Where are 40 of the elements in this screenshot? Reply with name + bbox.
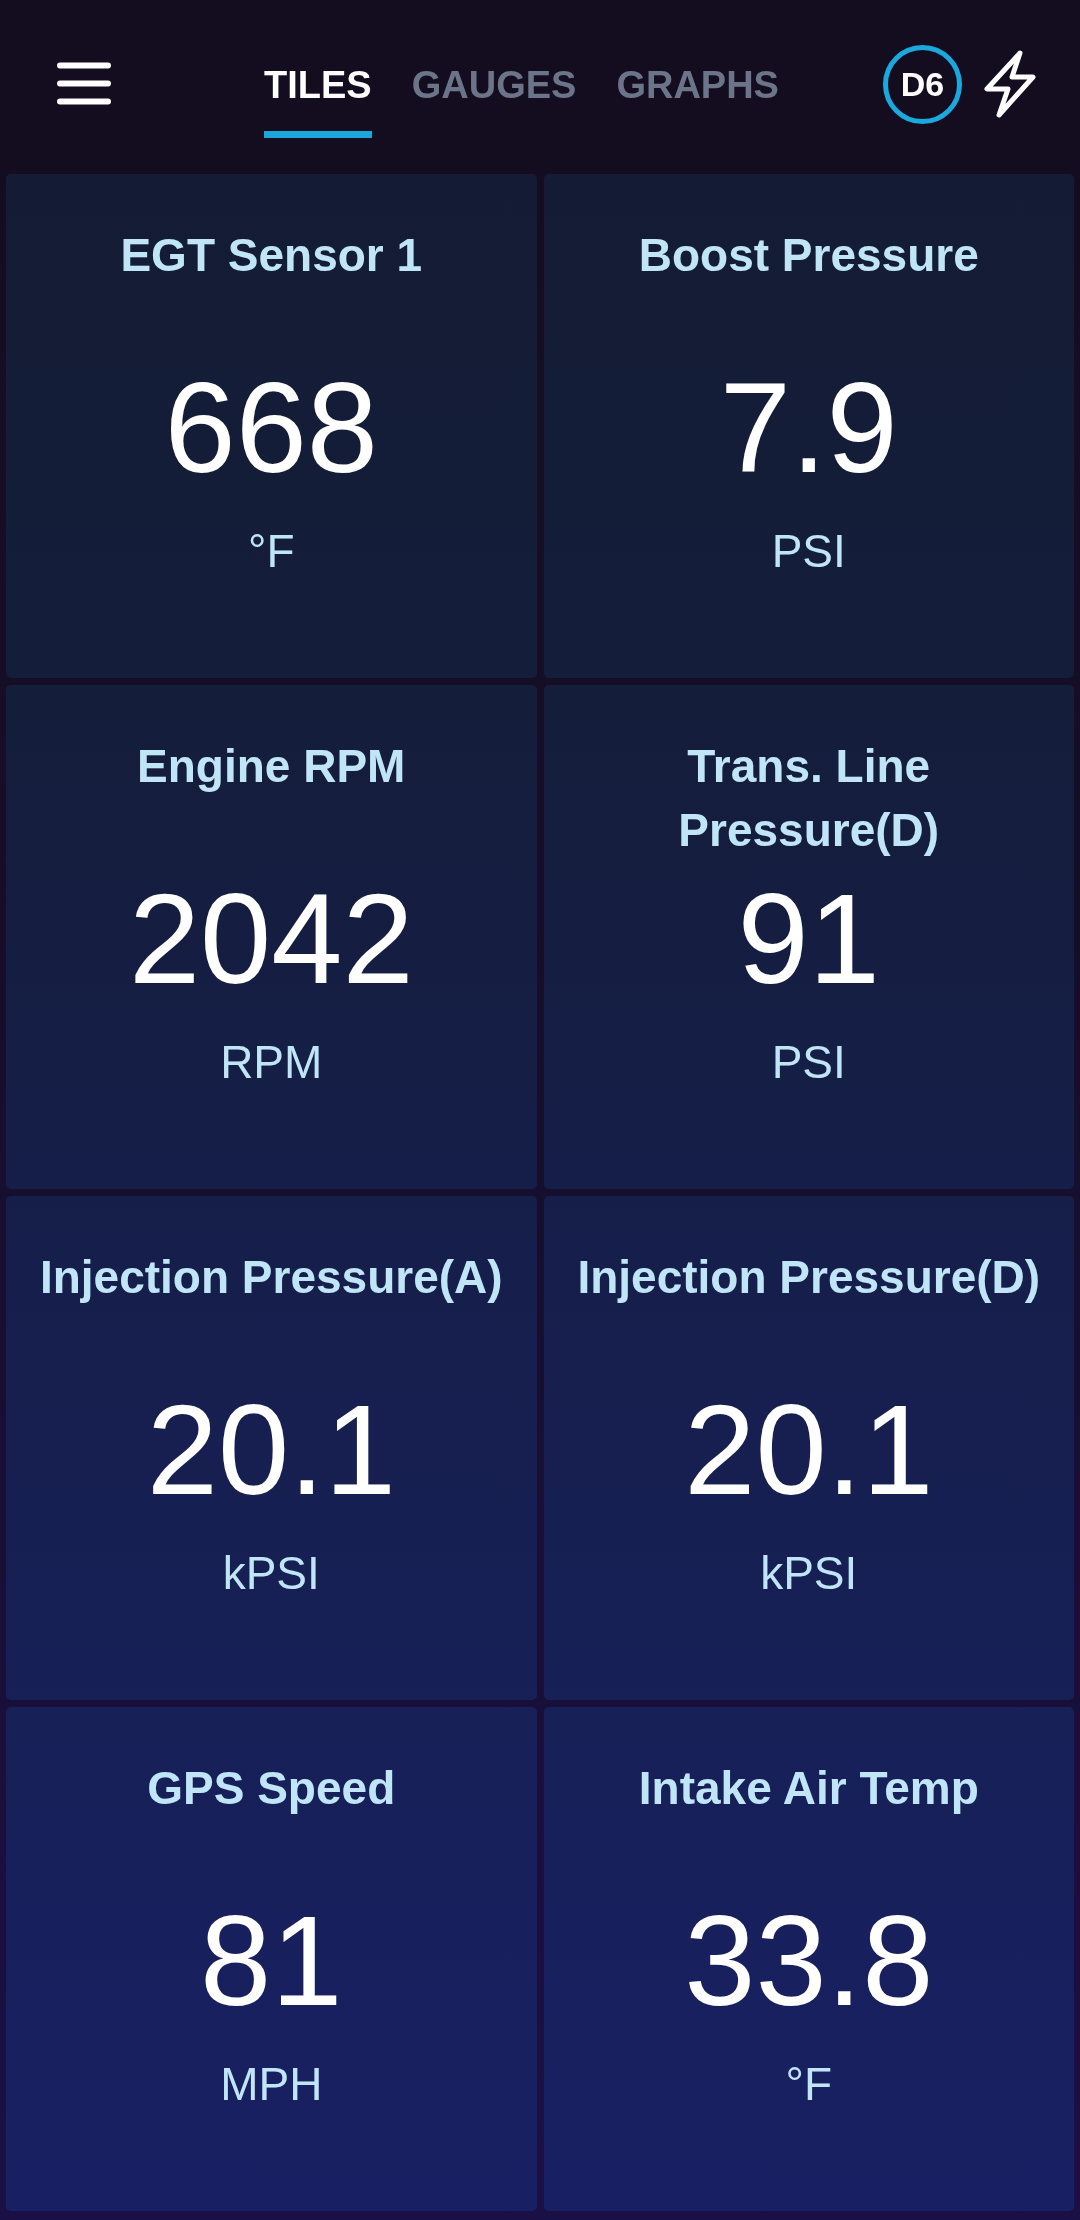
- tile-value: 20.1: [145, 1380, 397, 1520]
- tile-card[interactable]: EGT Sensor 1 668 °F: [6, 174, 537, 678]
- menu-button[interactable]: [57, 62, 111, 105]
- tile-title: EGT Sensor 1: [119, 228, 424, 283]
- tile-value: 20.1: [683, 1380, 935, 1520]
- tile-unit: MPH: [219, 2057, 324, 2112]
- tile-unit: kPSI: [221, 1546, 321, 1601]
- menu-icon: [57, 62, 111, 105]
- power-button[interactable]: [982, 50, 1038, 118]
- tile-title: Trans. Line Pressure(D): [677, 739, 941, 858]
- tile-unit: kPSI: [759, 1546, 859, 1601]
- tile-value: 81: [199, 1891, 344, 2031]
- tile-card[interactable]: Injection Pressure(D) 20.1 kPSI: [543, 1196, 1074, 1700]
- tile-card[interactable]: Engine RPM 2042 RPM: [6, 685, 537, 1189]
- tile-title: Engine RPM: [136, 739, 407, 794]
- tile-title: GPS Speed: [146, 1761, 397, 1816]
- tile-card[interactable]: Injection Pressure(A) 20.1 kPSI: [6, 1196, 537, 1700]
- tile-unit: °F: [247, 524, 296, 579]
- tile-title: Intake Air Temp: [637, 1761, 980, 1816]
- tile-value: 33.8: [683, 1891, 935, 2031]
- tile-value: 7.9: [718, 358, 899, 498]
- tile-unit: PSI: [770, 1035, 847, 1090]
- tab[interactable]: GAUGES: [411, 63, 577, 138]
- tile-value: 668: [163, 358, 380, 498]
- device-badge[interactable]: D6: [883, 45, 962, 124]
- tile-title: Injection Pressure(D): [576, 1250, 1042, 1305]
- tile-value: 91: [736, 869, 881, 1009]
- tile-unit: °F: [784, 2057, 833, 2112]
- lightning-bolt-icon: [982, 50, 1038, 118]
- tile-unit: RPM: [219, 1035, 324, 1090]
- tile-unit: PSI: [770, 524, 847, 579]
- tab[interactable]: GRAPHS: [616, 63, 779, 138]
- tab[interactable]: TILES: [264, 63, 372, 138]
- tile-card[interactable]: Intake Air Temp 33.8 °F: [543, 1707, 1074, 2211]
- tile-title: Boost Pressure: [637, 228, 980, 283]
- tile-value: 2042: [127, 869, 415, 1009]
- tile-card[interactable]: GPS Speed 81 MPH: [6, 1707, 537, 2211]
- tile-title: Injection Pressure(A): [38, 1250, 504, 1305]
- tile-card[interactable]: Trans. Line Pressure(D) 91 PSI: [543, 685, 1074, 1189]
- tile-card[interactable]: Boost Pressure 7.9 PSI: [543, 174, 1074, 678]
